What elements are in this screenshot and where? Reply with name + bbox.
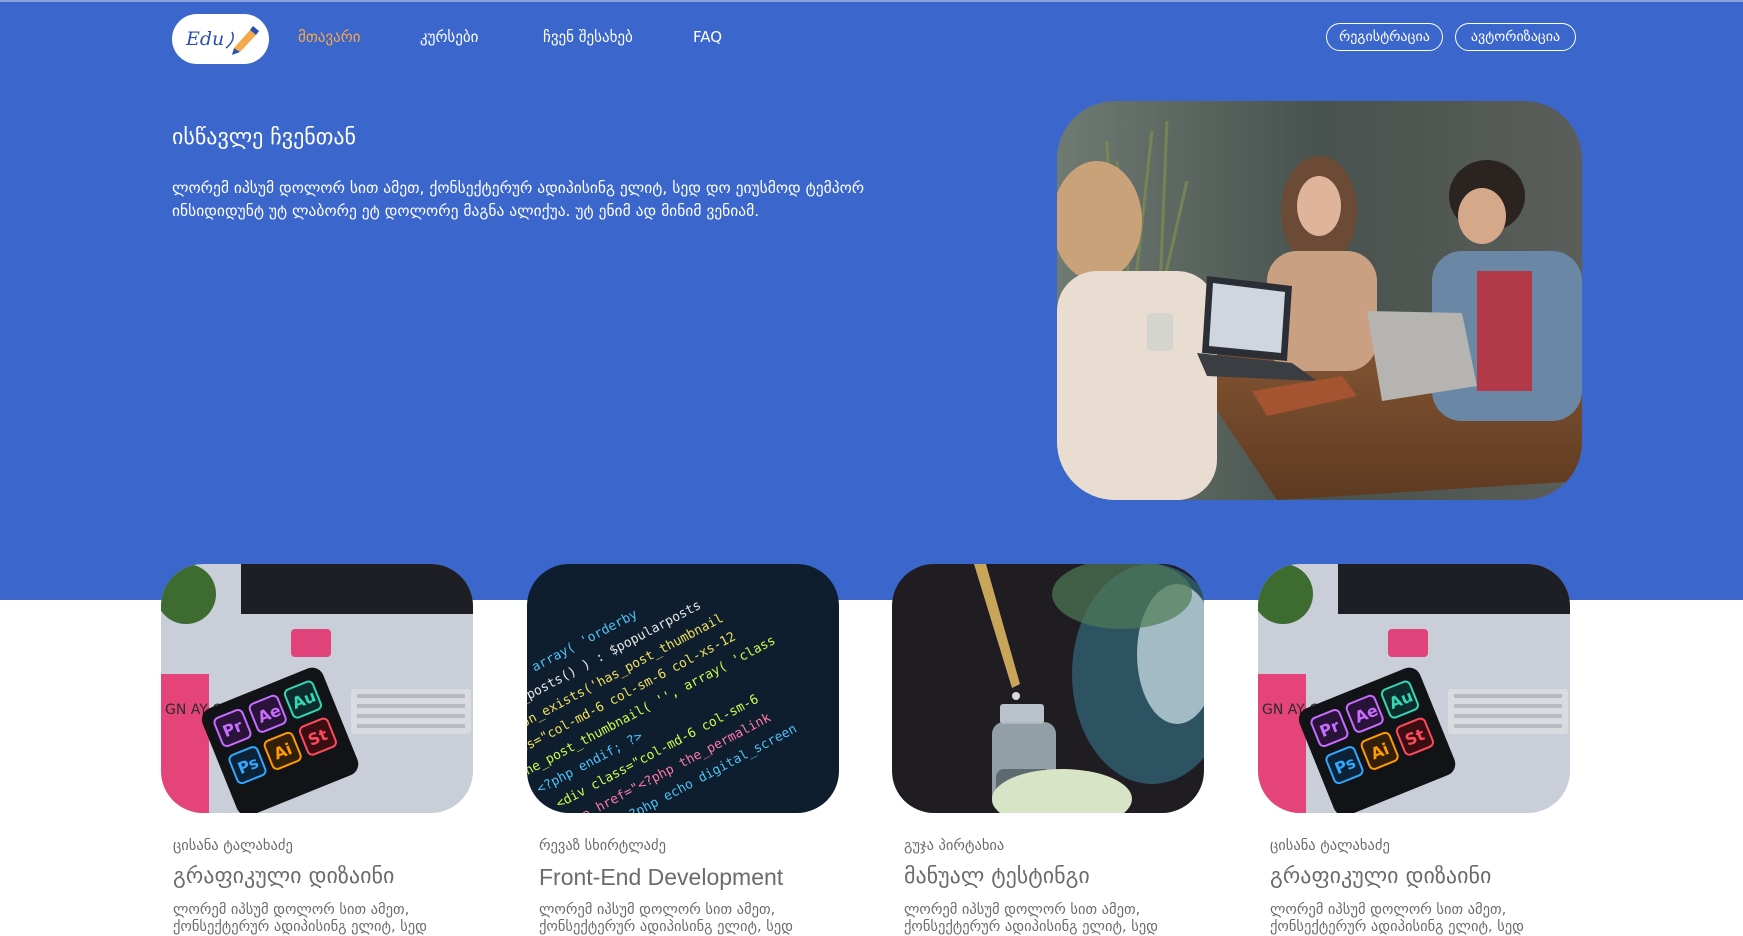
hero-title: ისწავლე ჩვენთან (172, 125, 357, 150)
nav-link-faq[interactable]: FAQ (693, 28, 722, 46)
course-title[interactable]: გრაფიკული დიზაინი (1270, 864, 1491, 889)
course-title[interactable]: Front-End Development (539, 864, 783, 891)
login-button[interactable]: ავტორიზაცია (1455, 23, 1576, 51)
course-author: ცისანა ტალახაძე (1270, 838, 1390, 854)
course-card[interactable]: გუჯა პირტახია მანუალ ტესტინგი ლორემ იპსუ… (892, 564, 1204, 935)
logo[interactable]: Edu (172, 14, 269, 64)
course-author: ცისანა ტალახაძე (173, 838, 293, 854)
course-image-code-screen: _Query( array( 'orderby ( have_posts() )… (527, 564, 839, 813)
course-description: ლორემ იპსუმ დოლორ სით ამეთ, ქონსექტერურ … (1270, 902, 1524, 935)
course-image-lab-pipette (892, 564, 1204, 813)
hero-description: ლორემ იპსუმ დოლორ სით ამეთ, ქონსექტერურ … (172, 179, 865, 220)
course-title[interactable]: მანუალ ტესტინგი (904, 864, 1090, 889)
course-card[interactable]: GN AY OK Pr Ae Au Ps Ai St ცისანა ტალახა… (1258, 564, 1570, 935)
course-image-design-tablet: GN AY OK Pr Ae Au Ps Ai St (1258, 564, 1570, 813)
register-button[interactable]: რეგისტრაცია (1326, 23, 1443, 51)
course-description: ლორემ იპსუმ დოლორ სით ამეთ, ქონსექტერურ … (904, 902, 1158, 935)
nav-link-home[interactable]: მთავარი (298, 28, 360, 46)
course-description: ლორემ იპსუმ დოლორ სით ამეთ, ქონსექტერურ … (173, 902, 427, 935)
course-card[interactable]: _Query( array( 'orderby ( have_posts() )… (527, 564, 839, 935)
course-image-design-tablet: GN AY OK Pr Ae Au Ps Ai St (161, 564, 473, 813)
course-description: ლორემ იპსუმ დოლორ სით ამეთ, ქონსექტერურ … (539, 902, 793, 935)
pencil-icon (225, 26, 259, 55)
nav-link-about[interactable]: ჩვენ შესახებ (543, 28, 633, 46)
course-author: გუჯა პირტახია (904, 838, 1005, 854)
course-card[interactable]: GN AY OK Pr Ae Au Ps Ai St ცისანა ტალახა… (161, 564, 473, 935)
course-title[interactable]: გრაფიკული დიზაინი (173, 864, 394, 889)
nav-link-courses[interactable]: კურსები (420, 28, 478, 46)
logo-text: Edu (186, 28, 225, 50)
hero-photo-people-laptops (1057, 101, 1582, 500)
course-author: რევაზ სხირტლაძე (539, 838, 666, 854)
